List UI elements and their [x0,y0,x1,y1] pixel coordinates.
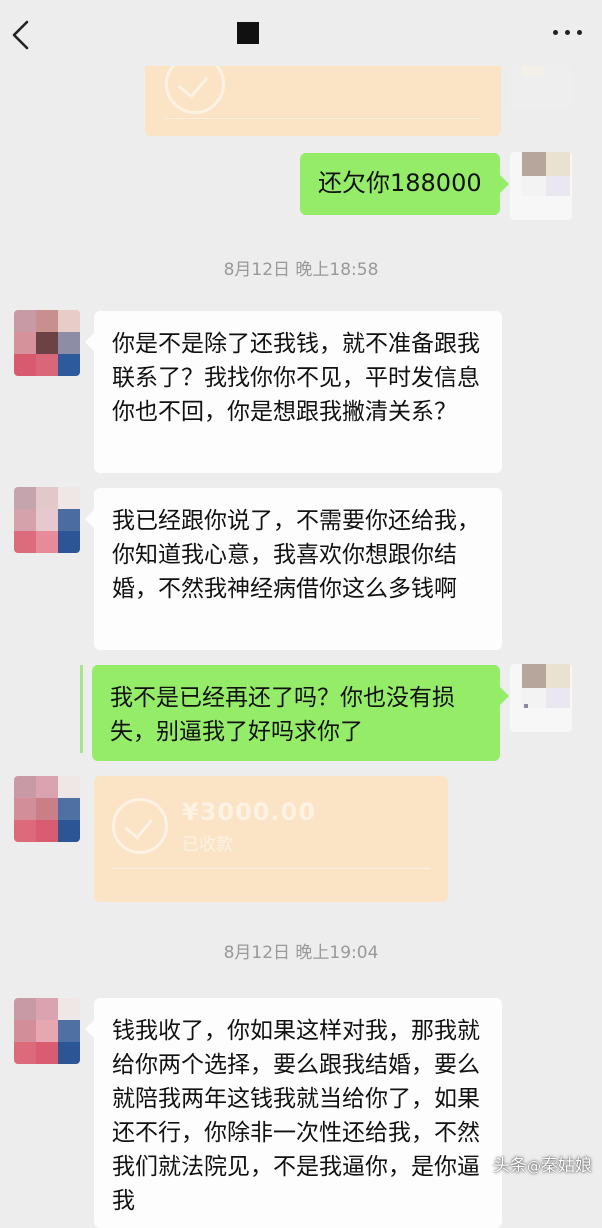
timestamp: 8月12日 晚上18:58 [223,260,379,280]
transfer-card[interactable]: ¥3000.00 已收款 [94,776,448,902]
message-bubble-incoming[interactable]: 我已经跟你说了，不需要你还给我，你知道我心意，我喜欢你想跟你结婚，不然我神经病借… [85,488,502,650]
more-dots-icon[interactable] [553,30,582,35]
message-bubble-outgoing[interactable]: 还欠你188000 [300,153,509,215]
chevron-left-icon[interactable] [8,18,34,52]
avatar-contact[interactable] [14,998,80,1064]
timestamp: 8月12日 晚上19:04 [223,943,379,963]
avatar-contact[interactable] [14,487,80,553]
chat-title-redacted [237,22,259,44]
watermark: 头条@秦姑娘 [493,1156,592,1176]
chat-header [0,0,602,66]
message-bubble-incoming[interactable]: 你是不是除了还我钱，就不准备跟我联系了？我找你你不见，平时发信息你也不回，你是想… [85,311,502,473]
message-bubble-outgoing[interactable]: 我不是已经再还了吗？你也没有损失，别逼我了好吗求你了 [92,665,509,761]
transfer-amount: ¥3000.00 [182,798,317,826]
transfer-status: 已收款 [182,835,233,855]
avatar-self[interactable] [510,152,572,220]
message-bubble-incoming[interactable]: 钱我收了，你如果这样对我，那我就给你两个选择，要么跟我结婚，要么就陪我两年这钱我… [85,998,502,1228]
check-circle-icon [112,798,168,854]
avatar-contact[interactable] [14,310,80,376]
avatar-contact[interactable] [14,776,80,842]
avatar-self[interactable] [510,664,572,732]
